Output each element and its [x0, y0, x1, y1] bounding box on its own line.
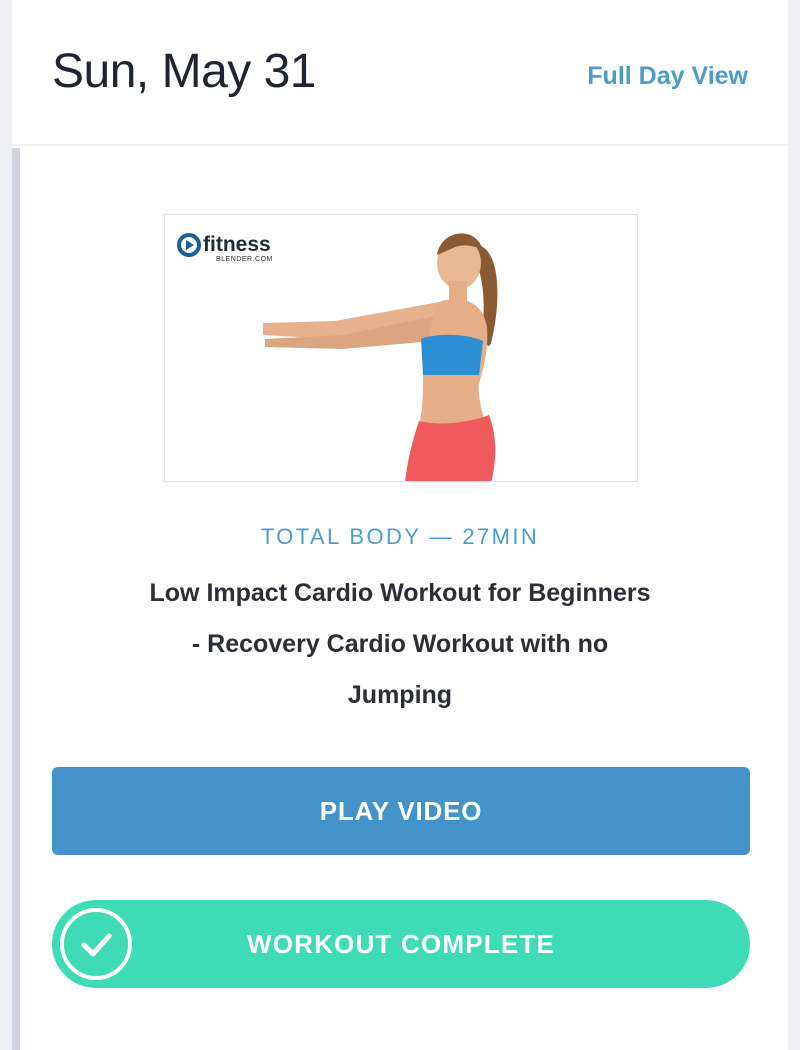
instructor-figure	[263, 233, 498, 481]
card-accent-bar	[12, 148, 20, 1050]
day-header: Sun, May 31 Full Day View	[12, 0, 788, 146]
workout-complete-label: WORKOUT COMPLETE	[246, 928, 556, 959]
page-title: Sun, May 31	[52, 45, 316, 98]
fitness-blender-logo-icon: fitness BLENDER.COM	[177, 233, 273, 263]
workout-title: Low Impact Cardio Workout for Beginners …	[122, 568, 678, 721]
full-day-view-link[interactable]: Full Day View	[587, 62, 748, 91]
workout-day-page: Sun, May 31 Full Day View fitness BLENDE…	[12, 0, 788, 1050]
check-circle-icon	[60, 908, 132, 980]
workout-title-line: Jumping	[347, 681, 453, 709]
workout-complete-button[interactable]: WORKOUT COMPLETE	[52, 900, 750, 988]
logo-text: fitness	[203, 233, 271, 256]
workout-thumbnail[interactable]: fitness BLENDER.COM	[164, 214, 638, 482]
workout-title-line: Low Impact Cardio Workout for Beginners	[149, 579, 651, 607]
workout-title-line: - Recovery Cardio Workout with no	[191, 630, 609, 658]
play-video-button[interactable]: PLAY VIDEO	[52, 767, 750, 855]
workout-category: TOTAL BODY — 27MIN	[260, 524, 540, 549]
play-video-label: PLAY VIDEO	[319, 795, 483, 826]
logo-subtext: BLENDER.COM	[216, 256, 273, 263]
